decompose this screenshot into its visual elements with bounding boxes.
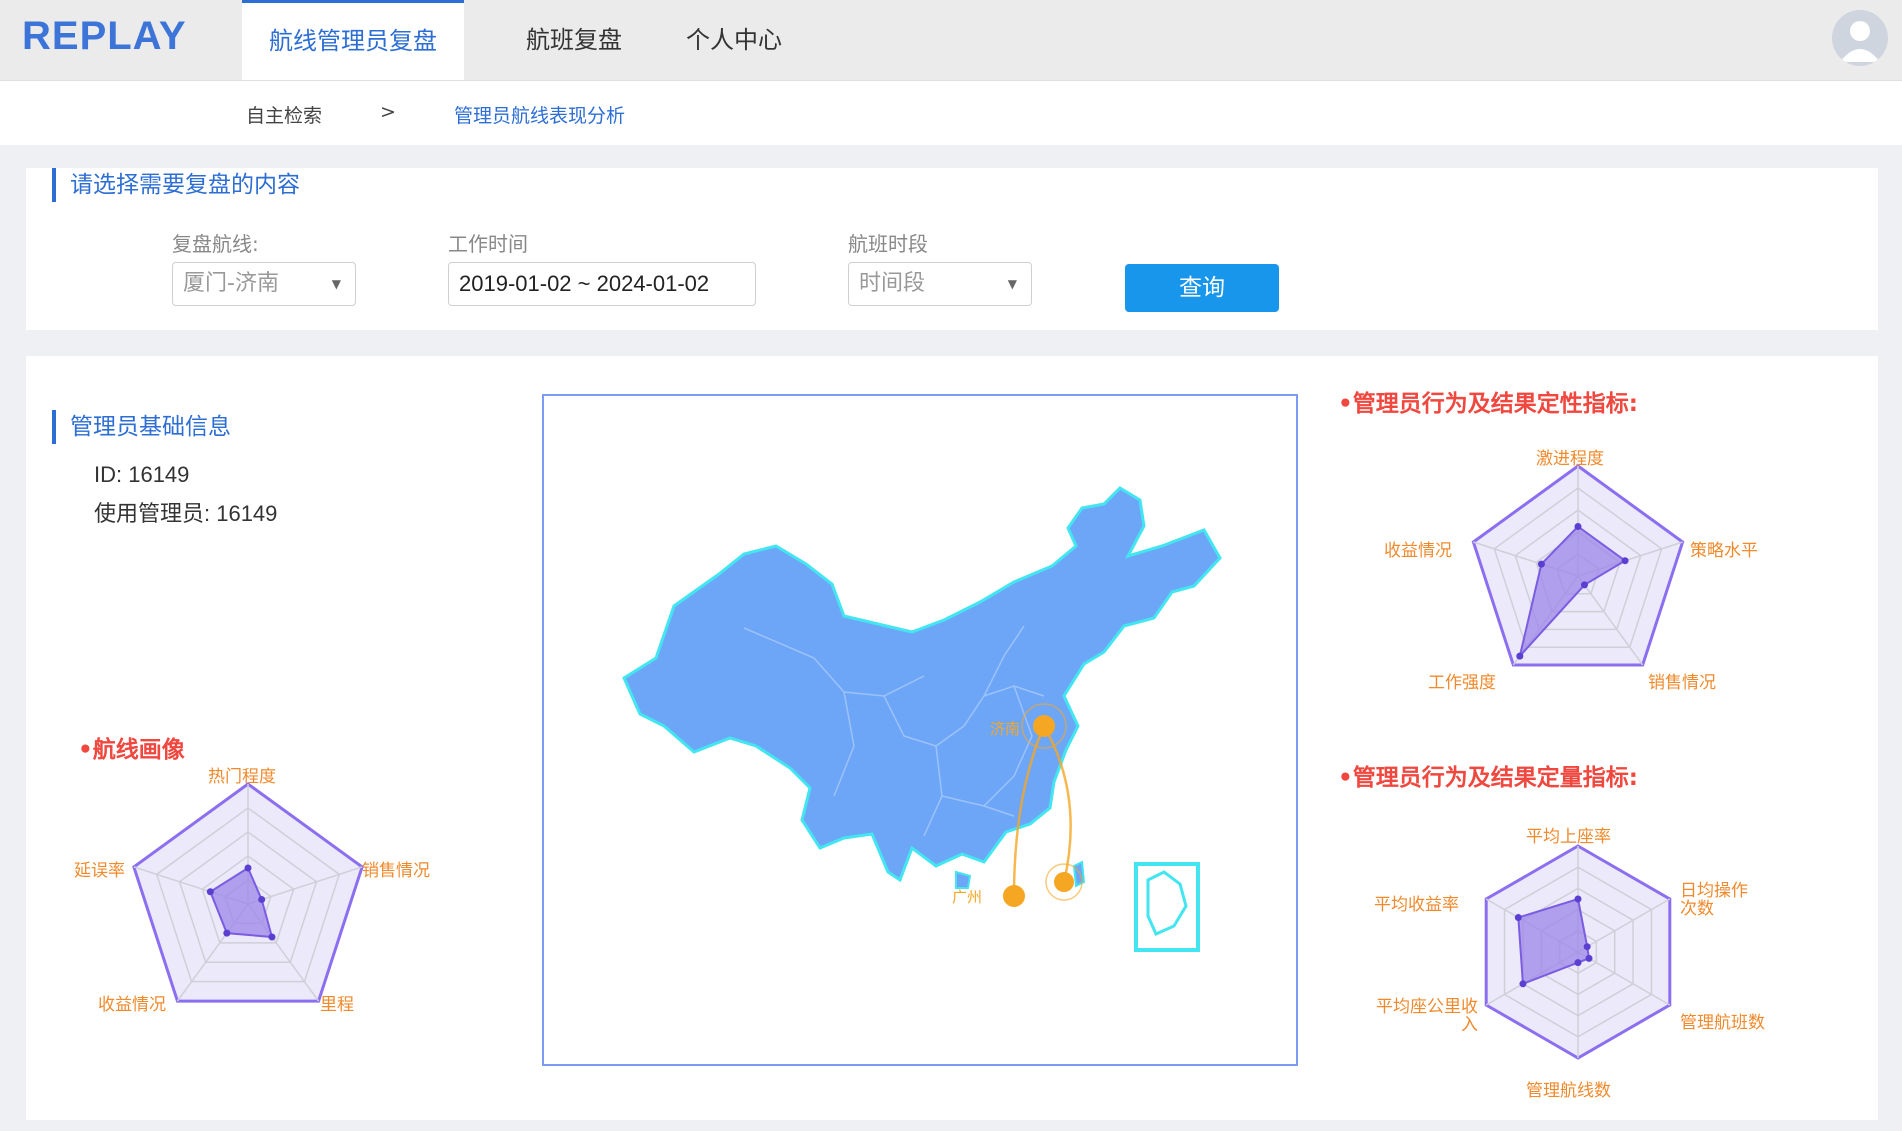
qualitative-radar-point [1621,557,1629,565]
radar-label-sales-2: 销售情况 [1648,673,1716,693]
quantitative-radar-point [1583,943,1591,951]
route-profile-radar-point [268,933,276,941]
radar-label-aggressiveness: 激进程度 [1536,449,1604,469]
radar-label-daily-ops: 日均操作次数 [1680,881,1748,919]
radar-label-flights-managed: 管理航班数 [1680,1013,1765,1033]
china-map-graphic [622,486,1222,952]
qualitative-radar-point [1580,581,1588,589]
radar-label-mileage: 里程 [320,995,354,1015]
radar-label-delay-rate: 延误率 [74,861,125,881]
radar-label-sales: 销售情况 [362,861,430,881]
radar-label-load-factor: 平均上座率 [1526,827,1611,847]
qualitative-radar-point [1516,652,1524,660]
quantitative-radar-point [1585,954,1593,962]
radar-label-revenue: 收益情况 [98,995,166,1015]
radar-label-rask: 平均座公里收入 [1376,997,1478,1035]
map-label-jinan: 济南 [990,720,1021,738]
south-china-sea-inset [1134,862,1200,952]
radar-label-strategy: 策略水平 [1690,541,1758,561]
quantitative-indicators-title: •管理员行为及结果定量指标: [1338,765,1638,791]
xiamen-city-dot [1054,872,1074,892]
route-profile-radar-point [258,896,266,904]
route-profile-radar-point [206,888,214,896]
china-route-map[interactable]: 济南 广州 [542,394,1298,1066]
route-profile-radar-point [244,864,252,872]
quantitative-radar-point [1519,980,1527,988]
radar-label-revenue-2: 收益情况 [1384,541,1452,561]
radar-label-yield: 平均收益率 [1374,895,1459,915]
qualitative-radar-point [1537,560,1545,568]
guangzhou-city-dot [1003,885,1025,907]
quantitative-radar-point [1574,895,1582,903]
inset-islands [1146,870,1188,936]
map-label-guangzhou: 广州 [952,888,983,906]
qualitative-radar-point [1574,523,1582,530]
jinan-city-dot [1033,715,1055,737]
radar-label-routes-managed: 管理航线数 [1526,1081,1611,1101]
qualitative-indicators-title: •管理员行为及结果定性指标: [1338,391,1638,417]
china-mainland-shape [622,486,1222,883]
quantitative-radar-point [1514,914,1522,922]
quantitative-radar-point [1574,959,1582,967]
route-profile-radar-point [223,929,231,937]
radar-label-work-intensity: 工作强度 [1428,673,1496,693]
radar-label-popularity: 热门程度 [208,767,276,787]
